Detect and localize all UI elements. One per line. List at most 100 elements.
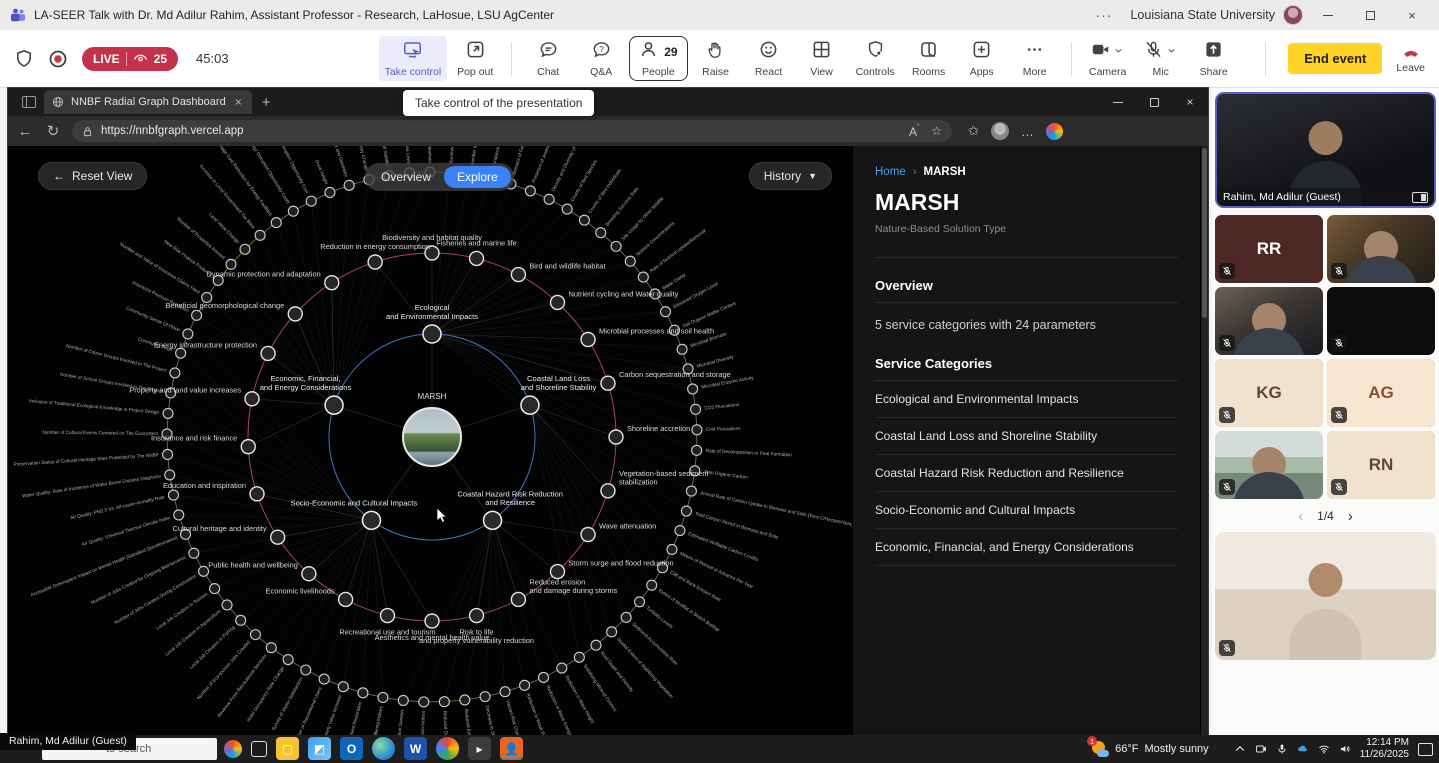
tray-chevron-icon[interactable] [1234, 743, 1246, 755]
pager-prev-icon[interactable]: ‹ [1298, 508, 1303, 525]
tray-wifi-icon[interactable] [1318, 743, 1330, 755]
outer-node[interactable] [189, 548, 199, 558]
security-shield-icon[interactable] [14, 49, 34, 69]
participant-tile[interactable] [1215, 431, 1323, 499]
chevron-down-icon[interactable] [1113, 43, 1124, 61]
parameter-node[interactable] [581, 332, 595, 346]
outer-node[interactable] [240, 244, 250, 254]
center-node[interactable] [403, 408, 461, 466]
address-field[interactable]: https://nnbfgraph.vercel.app Aʼ ☆ [72, 120, 952, 142]
taskbar-app-chrome-browser[interactable] [436, 737, 459, 760]
outer-node[interactable] [460, 695, 470, 705]
toolbar-button-camera[interactable]: Camera [1083, 36, 1133, 81]
outer-node[interactable] [667, 544, 677, 554]
parameter-node[interactable] [550, 295, 564, 309]
outer-node[interactable] [306, 196, 316, 206]
outer-node[interactable] [439, 697, 449, 707]
outer-node[interactable] [192, 310, 202, 320]
parameter-node[interactable] [609, 430, 623, 444]
reset-view-button[interactable]: ←Reset View [38, 162, 147, 190]
taskbar-app-file-explorer[interactable]: ▢ [276, 737, 299, 760]
main-video-tile[interactable]: Rahim, Md Adilur (Guest) [1215, 92, 1436, 208]
outer-node[interactable] [288, 206, 298, 216]
outer-node[interactable] [681, 506, 691, 516]
outer-node[interactable] [520, 680, 530, 690]
outer-node[interactable] [647, 580, 657, 590]
tray-device-icon[interactable] [1255, 743, 1267, 755]
browser-profile-avatar[interactable] [991, 122, 1009, 140]
toolbar-button-share[interactable]: Share [1189, 36, 1239, 81]
participant-tile[interactable] [1215, 287, 1323, 355]
browser-tab[interactable]: NNBF Radial Graph Dashboard × [44, 90, 252, 114]
bottom-video-tile[interactable] [1215, 532, 1436, 660]
parameter-node[interactable] [511, 268, 525, 282]
taskbar-app-widgets[interactable] [251, 741, 267, 757]
outer-node[interactable] [692, 445, 702, 455]
outer-node[interactable] [163, 408, 173, 418]
outer-node[interactable] [301, 665, 311, 675]
parameter-node[interactable] [241, 440, 255, 454]
parameter-node[interactable] [511, 592, 525, 606]
outer-node[interactable] [163, 449, 173, 459]
history-button[interactable]: History▼ [749, 162, 832, 190]
tab-overview[interactable]: Overview [368, 166, 444, 188]
outer-node[interactable] [325, 187, 335, 197]
outer-node[interactable] [692, 425, 702, 435]
outer-node[interactable] [338, 682, 348, 692]
titlebar-more-icon[interactable]: ··· [1085, 7, 1122, 23]
outer-node[interactable] [283, 655, 293, 665]
service-category-item[interactable]: Coastal Land Loss and Shoreline Stabilit… [875, 418, 1178, 455]
toolbar-button-react[interactable]: React [744, 36, 794, 81]
outer-node[interactable] [168, 490, 178, 500]
outer-node[interactable] [319, 674, 329, 684]
outer-node[interactable] [419, 697, 429, 707]
outer-node[interactable] [398, 695, 408, 705]
outer-node[interactable] [611, 241, 621, 251]
outer-node[interactable] [562, 204, 572, 214]
outer-node[interactable] [635, 597, 645, 607]
tab-explore[interactable]: Explore [444, 166, 511, 188]
end-event-button[interactable]: End event [1288, 43, 1382, 74]
parameter-node[interactable] [250, 487, 264, 501]
outer-node[interactable] [480, 692, 490, 702]
outer-node[interactable] [358, 688, 368, 698]
outer-node[interactable] [621, 612, 631, 622]
taskbar-app-word[interactable]: W [404, 737, 427, 760]
recording-icon[interactable] [48, 49, 68, 69]
participant-tile[interactable] [1327, 287, 1435, 355]
browser-close-button[interactable]: × [1172, 89, 1208, 115]
outer-node[interactable] [174, 510, 184, 520]
outer-node[interactable] [226, 259, 236, 269]
breadcrumb-home-link[interactable]: Home [875, 166, 906, 178]
service-category-item[interactable]: Economic, Financial, and Energy Consider… [875, 529, 1178, 566]
parameter-node[interactable] [288, 307, 302, 321]
outer-node[interactable] [625, 256, 635, 266]
toolbar-button-qa[interactable]: ?Q&A [576, 36, 626, 81]
category-node[interactable] [423, 325, 441, 343]
toolbar-button-mic[interactable]: Mic [1136, 36, 1186, 81]
tab-close-icon[interactable]: × [233, 95, 244, 109]
toolbar-button-rooms[interactable]: Rooms [904, 36, 954, 81]
outer-node[interactable] [271, 218, 281, 228]
workspaces-icon[interactable] [22, 96, 36, 108]
outer-node[interactable] [677, 344, 687, 354]
parameter-node[interactable] [339, 592, 353, 606]
parameter-node[interactable] [470, 609, 484, 623]
toolbar-button-people[interactable]: 29People [629, 36, 687, 81]
pager-next-icon[interactable]: › [1348, 508, 1353, 525]
participant-tile[interactable]: AG [1327, 359, 1435, 427]
parameter-node[interactable] [380, 609, 394, 623]
parameter-node[interactable] [245, 392, 259, 406]
outer-node[interactable] [236, 615, 246, 625]
parameter-node[interactable] [368, 255, 382, 269]
parameter-node[interactable] [302, 567, 316, 581]
outer-node[interactable] [199, 566, 209, 576]
outer-node[interactable] [675, 526, 685, 536]
service-category-item[interactable]: Ecological and Environmental Impacts [875, 381, 1178, 418]
toolbar-button-view[interactable]: View [797, 36, 847, 81]
browser-restore-button[interactable] [1136, 89, 1172, 115]
chevron-down-icon[interactable] [1166, 43, 1177, 61]
outer-node[interactable] [557, 663, 567, 673]
service-category-item[interactable]: Socio-Economic and Cultural Impacts [875, 492, 1178, 529]
outer-node[interactable] [500, 687, 510, 697]
